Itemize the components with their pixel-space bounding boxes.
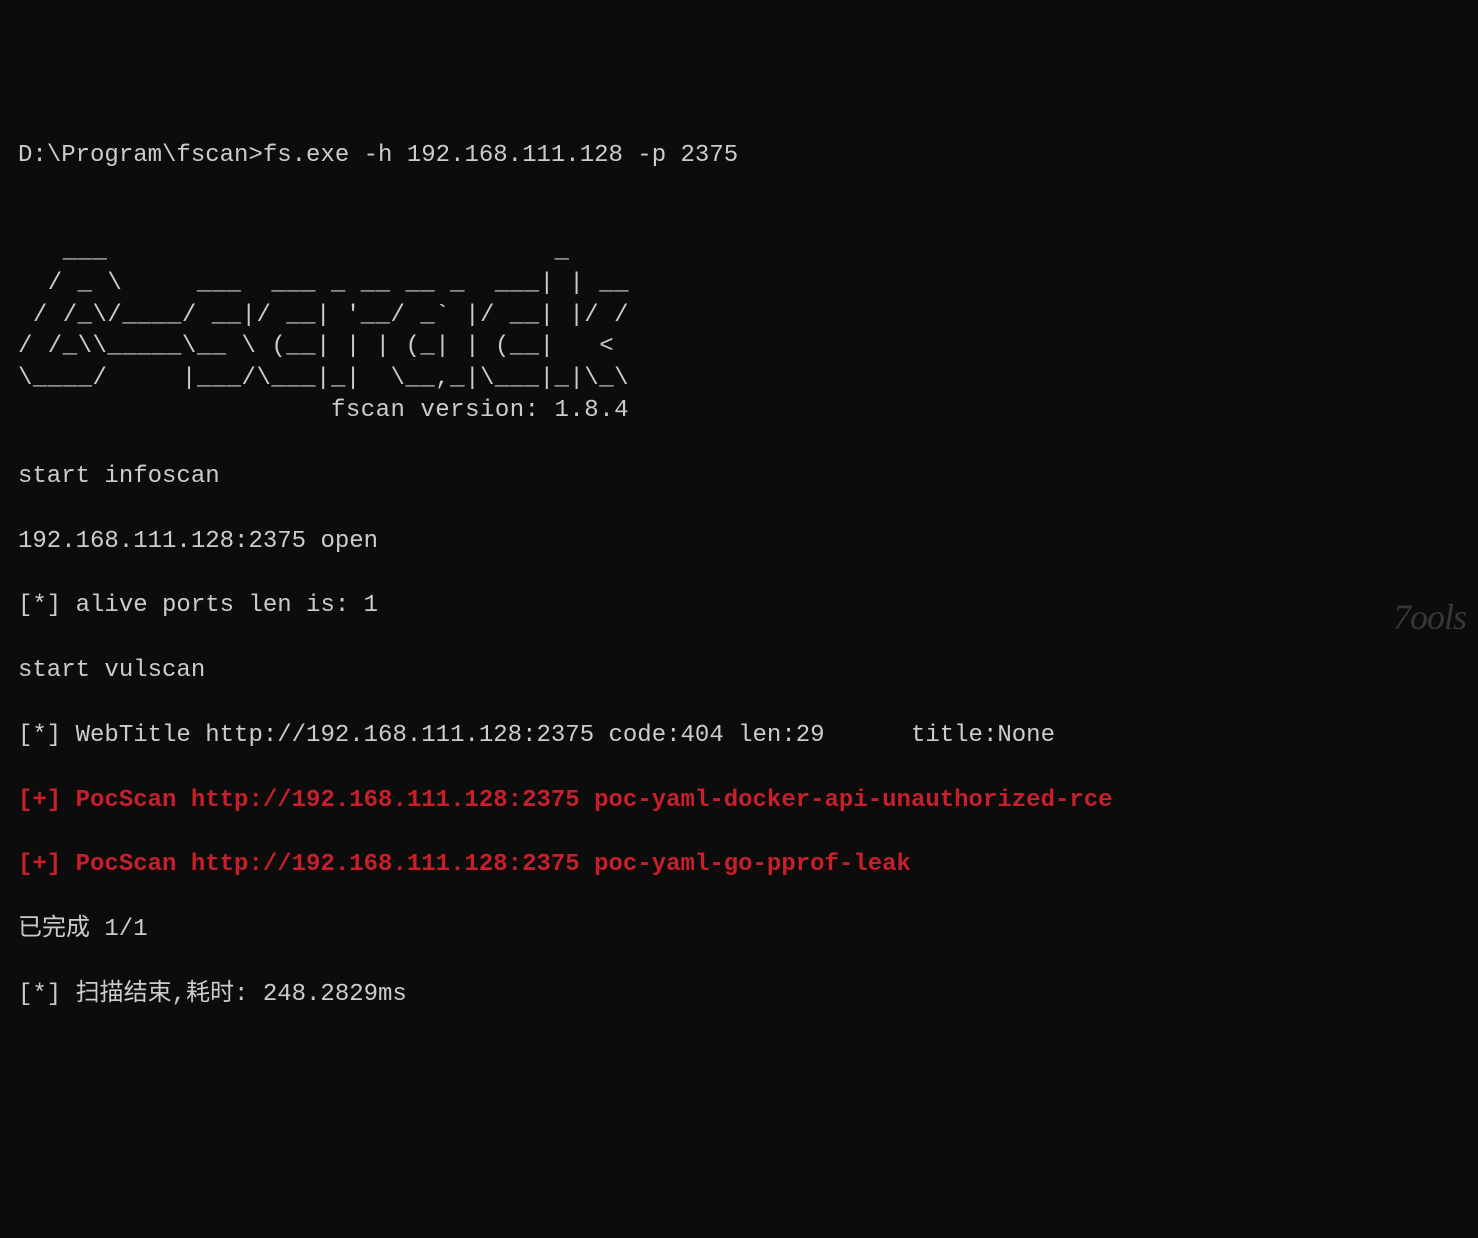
watermark: 7ools: [1393, 593, 1466, 642]
output-alive-ports: [*] alive ports len is: 1: [18, 590, 1460, 622]
output-completed: 已完成 1/1: [18, 914, 1460, 946]
output-webtitle: [*] WebTitle http://192.168.111.128:2375…: [18, 720, 1460, 752]
output-port-open: 192.168.111.128:2375 open: [18, 526, 1460, 558]
output-start-infoscan: start infoscan: [18, 461, 1460, 493]
output-pocscan-pprof: [+] PocScan http://192.168.111.128:2375 …: [18, 849, 1460, 881]
command-prompt-line: D:\Program\fscan>fs.exe -h 192.168.111.1…: [18, 140, 1460, 172]
output-start-vulscan: start vulscan: [18, 655, 1460, 687]
output-scan-end: [*] 扫描结束,耗时: 248.2829ms: [18, 979, 1460, 1011]
ascii-art-banner: ___ _ / _ \ ___ ___ _ __ __ _ ___| | __ …: [18, 236, 1460, 426]
output-pocscan-docker: [+] PocScan http://192.168.111.128:2375 …: [18, 785, 1460, 817]
